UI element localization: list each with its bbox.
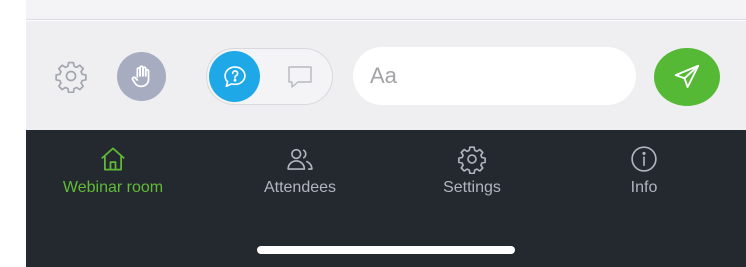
gear-icon: [458, 146, 486, 174]
chat-mode-button[interactable]: [285, 63, 315, 91]
message-input[interactable]: [353, 47, 636, 105]
tab-label: Webinar room: [62, 179, 164, 196]
tab-webinar-room[interactable]: Webinar room: [48, 144, 178, 204]
chat-settings-button[interactable]: [54, 59, 88, 94]
home-indicator[interactable]: [257, 246, 515, 254]
send-icon: [674, 64, 700, 88]
chat-bubble-icon: [288, 66, 312, 88]
hand-icon: [131, 64, 149, 87]
tab-label: Attendees: [263, 179, 337, 196]
home-icon: [101, 147, 125, 171]
chat-input-bar: [26, 21, 746, 130]
tab-attendees[interactable]: Attendees: [235, 144, 365, 204]
chat-mode-toggle[interactable]: [206, 48, 333, 105]
questions-mode-button[interactable]: [209, 51, 260, 102]
bottom-tab-bar: Webinar room Attendees Settings Info: [26, 130, 746, 267]
question-bubble-icon: [223, 65, 246, 87]
tab-settings[interactable]: Settings: [407, 144, 537, 204]
info-icon: [631, 146, 657, 172]
people-icon: [287, 148, 313, 170]
raise-hand-button[interactable]: [117, 52, 166, 101]
content-area-edge: [26, 0, 746, 20]
send-button[interactable]: [654, 48, 720, 106]
tab-label: Info: [630, 179, 658, 196]
tab-info[interactable]: Info: [579, 144, 709, 204]
tab-label: Settings: [443, 179, 501, 196]
gear-icon: [55, 61, 87, 94]
app-frame: Webinar room Attendees Settings: [26, 0, 746, 267]
